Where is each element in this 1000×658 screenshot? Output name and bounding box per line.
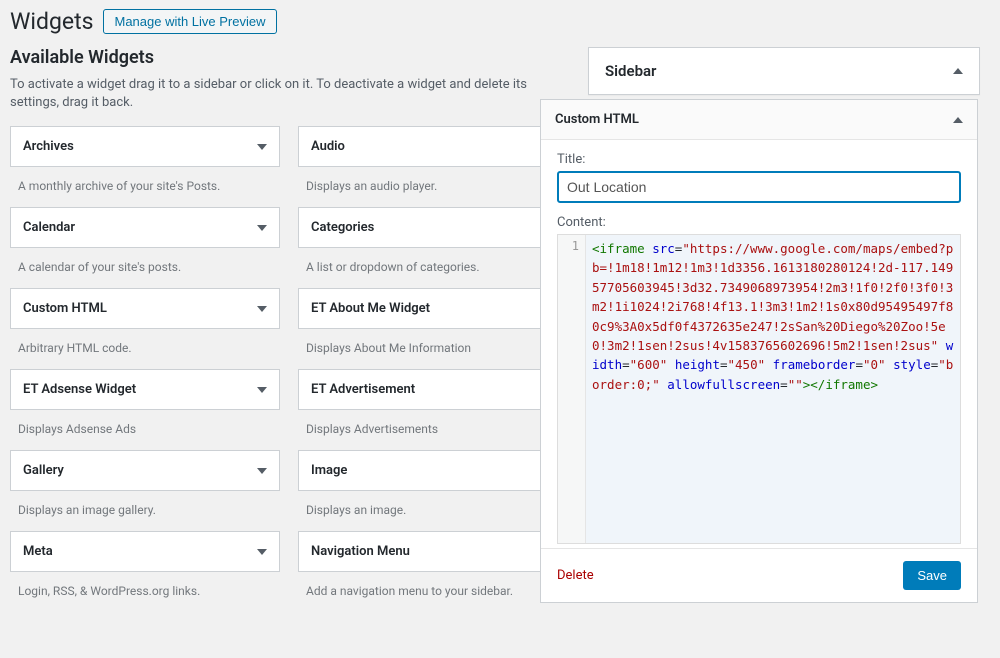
custom-html-widget-panel: Custom HTML Title: Content: 1 <iframe sr…	[540, 99, 978, 603]
line-number: 1	[572, 239, 579, 253]
widget-title: Calendar	[23, 220, 75, 235]
chevron-up-icon	[953, 117, 963, 123]
widget-title: Gallery	[23, 463, 64, 478]
chevron-up-icon	[953, 68, 963, 74]
widget-image[interactable]: Image	[299, 451, 567, 490]
chevron-down-icon	[257, 306, 267, 312]
save-button[interactable]: Save	[903, 561, 961, 590]
sidebar-area: Sidebar	[588, 47, 980, 95]
widget-description: Displays an image gallery.	[10, 491, 280, 531]
widget-title: Custom HTML	[23, 301, 107, 316]
widget-et-adsense-widget[interactable]: ET Adsense Widget	[11, 370, 279, 409]
sidebar-area-header[interactable]: Sidebar	[589, 48, 979, 94]
widget-description: A list or dropdown of categories.	[298, 248, 568, 288]
widget-et-about-me-widget[interactable]: ET About Me Widget	[299, 289, 567, 328]
code-editor[interactable]: 1 <iframe src="https://www.google.com/ma…	[557, 234, 961, 544]
widget-title: ET About Me Widget	[311, 301, 430, 316]
widget-title: ET Adsense Widget	[23, 382, 136, 397]
widget-title: Meta	[23, 544, 53, 559]
widget-calendar[interactable]: Calendar	[11, 208, 279, 247]
manage-live-preview-button[interactable]: Manage with Live Preview	[103, 9, 276, 34]
widget-title: ET Advertisement	[311, 382, 415, 397]
delete-link[interactable]: Delete	[557, 568, 594, 583]
widget-title: Categories	[311, 220, 374, 235]
widget-gallery[interactable]: Gallery	[11, 451, 279, 490]
content-label: Content:	[557, 215, 961, 230]
widget-title: Archives	[23, 139, 74, 154]
widget-title: Navigation Menu	[311, 544, 410, 559]
widget-description: Arbitrary HTML code.	[10, 329, 280, 369]
title-input[interactable]	[557, 171, 961, 203]
available-widgets-heading: Available Widgets	[10, 47, 568, 68]
title-label: Title:	[557, 152, 961, 167]
widget-navigation-menu[interactable]: Navigation Menu	[299, 532, 567, 571]
widget-archives[interactable]: Archives	[11, 127, 279, 166]
widget-title: Image	[311, 463, 347, 478]
chevron-down-icon	[257, 144, 267, 150]
widget-description: A monthly archive of your site's Posts.	[10, 167, 280, 207]
chevron-down-icon	[257, 387, 267, 393]
widget-categories[interactable]: Categories	[299, 208, 567, 247]
chevron-down-icon	[257, 549, 267, 555]
widget-meta[interactable]: Meta	[11, 532, 279, 571]
page-title: Widgets	[10, 8, 93, 35]
widget-et-advertisement[interactable]: ET Advertisement	[299, 370, 567, 409]
widget-custom-html[interactable]: Custom HTML	[11, 289, 279, 328]
widget-description: Displays an audio player.	[298, 167, 568, 207]
widget-description: Displays Adsense Ads	[10, 410, 280, 450]
available-widgets-description: To activate a widget drag it to a sideba…	[10, 76, 530, 112]
chevron-down-icon	[257, 468, 267, 474]
widget-name: Custom HTML	[555, 112, 639, 127]
widget-description: A calendar of your site's posts.	[10, 248, 280, 288]
sidebar-area-title: Sidebar	[605, 62, 656, 80]
custom-html-widget-header[interactable]: Custom HTML	[541, 100, 977, 140]
widget-audio[interactable]: Audio	[299, 127, 567, 166]
code-content[interactable]: <iframe src="https://www.google.com/maps…	[586, 235, 960, 543]
widget-description: Displays About Me Information	[298, 329, 568, 369]
widget-description: Displays Advertisements	[298, 410, 568, 450]
widget-title: Audio	[311, 139, 345, 154]
widget-description: Displays an image.	[298, 491, 568, 531]
widget-description: Add a navigation menu to your sidebar.	[298, 572, 568, 612]
chevron-down-icon	[257, 225, 267, 231]
widget-description: Login, RSS, & WordPress.org links.	[10, 572, 280, 612]
